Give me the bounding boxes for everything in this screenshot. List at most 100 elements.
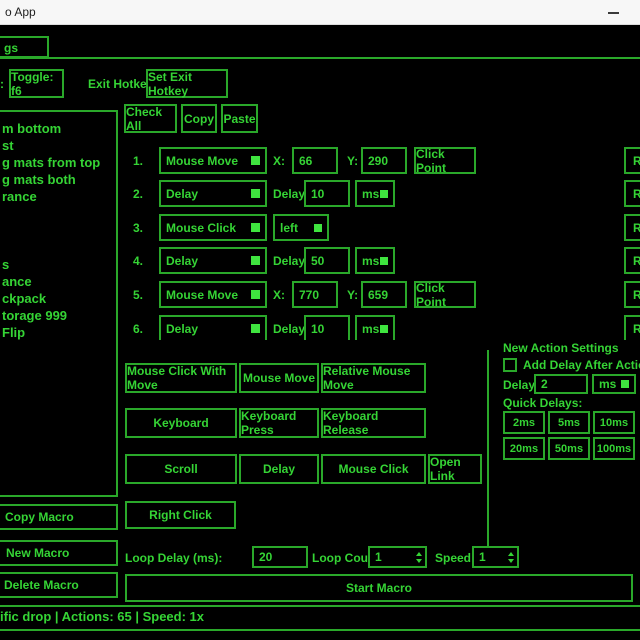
delay-input[interactable]: 10 xyxy=(304,180,350,207)
status-bar-divider-top xyxy=(0,605,640,607)
action-number: 5. xyxy=(133,281,151,308)
action-type-value: Mouse Move xyxy=(166,288,238,302)
remove-action-button[interactable]: R xyxy=(624,147,640,174)
scroll-button[interactable]: Scroll xyxy=(125,454,237,484)
minimize-button[interactable] xyxy=(596,0,630,25)
quick-delay-50ms-button[interactable]: 50ms xyxy=(548,437,590,460)
loop-delay-input[interactable]: 20 xyxy=(252,546,308,568)
action-type-dropdown[interactable]: Delay xyxy=(159,180,267,207)
copy-button[interactable]: Copy xyxy=(181,104,217,133)
y-input[interactable]: 290 xyxy=(361,147,407,174)
paste-button[interactable]: Paste xyxy=(221,104,258,133)
unit-dropdown[interactable]: ms xyxy=(355,247,395,274)
mouse-click-button[interactable]: Mouse Click xyxy=(321,454,426,484)
list-item[interactable] xyxy=(2,205,114,222)
tab-settings[interactable]: gs xyxy=(0,36,49,58)
nas-delay-input[interactable]: 2 xyxy=(534,374,588,394)
list-item[interactable]: st xyxy=(2,137,114,154)
quick-delay-5ms-button[interactable]: 5ms xyxy=(548,411,590,434)
x-input[interactable]: 66 xyxy=(292,147,338,174)
dropdown-arrow-icon xyxy=(380,257,388,265)
chevron-down-icon[interactable] xyxy=(416,559,422,563)
new-macro-button[interactable]: New Macro xyxy=(0,540,118,566)
list-item[interactable]: g mats from top xyxy=(2,154,114,171)
keyboard-press-button[interactable]: Keyboard Press xyxy=(239,408,319,438)
status-bar-text: ific drop | Actions: 65 | Speed: 1x xyxy=(0,609,204,624)
keyboard-button[interactable]: Keyboard xyxy=(125,408,237,438)
x-input[interactable]: 770 xyxy=(292,281,338,308)
action-type-dropdown[interactable]: Mouse Move xyxy=(159,147,267,174)
dropdown-arrow-icon xyxy=(251,189,260,198)
keyboard-release-button[interactable]: Keyboard Release xyxy=(321,408,426,438)
start-macro-button[interactable]: Start Macro xyxy=(125,574,633,602)
list-item[interactable] xyxy=(2,222,114,239)
chevron-down-icon[interactable] xyxy=(508,559,514,563)
remove-action-button[interactable]: R xyxy=(624,214,640,241)
delay-input[interactable]: 50 xyxy=(304,247,350,274)
toggle-hotkey-button[interactable]: Toggle: f6 xyxy=(9,69,64,98)
open-link-button[interactable]: Open Link xyxy=(428,454,482,484)
nas-unit-value: ms xyxy=(599,377,616,391)
list-item[interactable]: s xyxy=(2,256,114,273)
loop-count-stepper[interactable]: 1 xyxy=(368,546,427,568)
speed-stepper[interactable]: 1 xyxy=(472,546,519,568)
remove-action-button[interactable]: R xyxy=(624,180,640,207)
remove-action-button[interactable]: R xyxy=(624,281,640,308)
right-click-button[interactable]: Right Click xyxy=(125,501,236,529)
mouse-button-dropdown[interactable]: left xyxy=(273,214,329,241)
tab-strip-divider xyxy=(0,57,640,59)
stepper-arrows[interactable] xyxy=(508,552,514,563)
add-delay-checkbox-label[interactable]: Add Delay After Action xyxy=(523,358,640,372)
click-point-button[interactable]: Click Point xyxy=(414,147,476,174)
quick-delay-10ms-button[interactable]: 10ms xyxy=(593,411,635,434)
check-all-button[interactable]: Check All xyxy=(124,104,177,133)
action-row: 4. Delay Delay 50 ms xyxy=(125,247,395,274)
action-number: 4. xyxy=(133,247,151,274)
copy-macro-button[interactable]: Copy Macro xyxy=(0,504,118,530)
quick-delays-label: Quick Delays: xyxy=(503,396,582,410)
delete-macro-button[interactable]: Delete Macro xyxy=(0,572,118,598)
unit-dropdown[interactable]: ms xyxy=(355,180,395,207)
action-type-value: Delay xyxy=(166,187,198,201)
nas-unit-dropdown[interactable]: ms xyxy=(592,374,636,394)
quick-delay-20ms-button[interactable]: 20ms xyxy=(503,437,545,460)
quick-delay-2ms-button[interactable]: 2ms xyxy=(503,411,545,434)
action-row: 5. Mouse Move X: 770 Y: 659 Click Point xyxy=(125,281,476,308)
add-delay-checkbox[interactable] xyxy=(503,358,517,372)
mouse-move-button[interactable]: Mouse Move xyxy=(239,363,319,393)
delay-label: Delay xyxy=(273,247,304,274)
list-item[interactable]: ance xyxy=(2,273,114,290)
remove-action-button[interactable]: R xyxy=(624,247,640,274)
action-row: 2. Delay Delay 10 ms xyxy=(125,180,395,207)
set-exit-hotkey-button[interactable]: Set Exit Hotkey xyxy=(146,69,228,98)
list-item[interactable]: m bottom xyxy=(2,120,114,137)
delay-button[interactable]: Delay xyxy=(239,454,319,484)
quick-delay-100ms-button[interactable]: 100ms xyxy=(593,437,635,460)
action-type-dropdown[interactable]: Delay xyxy=(159,247,267,274)
delay-input[interactable]: 10 xyxy=(304,315,350,340)
delay-label: Delay xyxy=(273,315,304,340)
dropdown-arrow-icon xyxy=(251,223,260,232)
action-number: 2. xyxy=(133,180,151,207)
action-type-value: Mouse Move xyxy=(166,154,238,168)
chevron-up-icon[interactable] xyxy=(508,552,514,556)
click-point-button[interactable]: Click Point xyxy=(414,281,476,308)
relative-mouse-move-button[interactable]: Relative Mouse Move xyxy=(321,363,426,393)
action-type-dropdown[interactable]: Delay xyxy=(159,315,267,340)
list-item[interactable]: ckpack xyxy=(2,290,114,307)
action-type-value: Delay xyxy=(166,322,198,336)
status-bar-divider-bottom xyxy=(0,629,640,631)
remove-action-button[interactable]: R xyxy=(624,315,640,340)
window-title: o App xyxy=(5,5,36,19)
y-input[interactable]: 659 xyxy=(361,281,407,308)
stepper-arrows[interactable] xyxy=(416,552,422,563)
list-item[interactable] xyxy=(2,239,114,256)
action-row: 1. Mouse Move X: 66 Y: 290 Click Point xyxy=(125,147,476,174)
action-type-dropdown[interactable]: Mouse Click xyxy=(159,214,267,241)
chevron-up-icon[interactable] xyxy=(416,552,422,556)
action-type-dropdown[interactable]: Mouse Move xyxy=(159,281,267,308)
unit-dropdown[interactable]: ms xyxy=(355,315,395,340)
mouse-click-with-move-button[interactable]: Mouse Click With Move xyxy=(125,363,237,393)
list-item[interactable]: rance xyxy=(2,188,114,205)
list-item[interactable]: g mats both xyxy=(2,171,114,188)
